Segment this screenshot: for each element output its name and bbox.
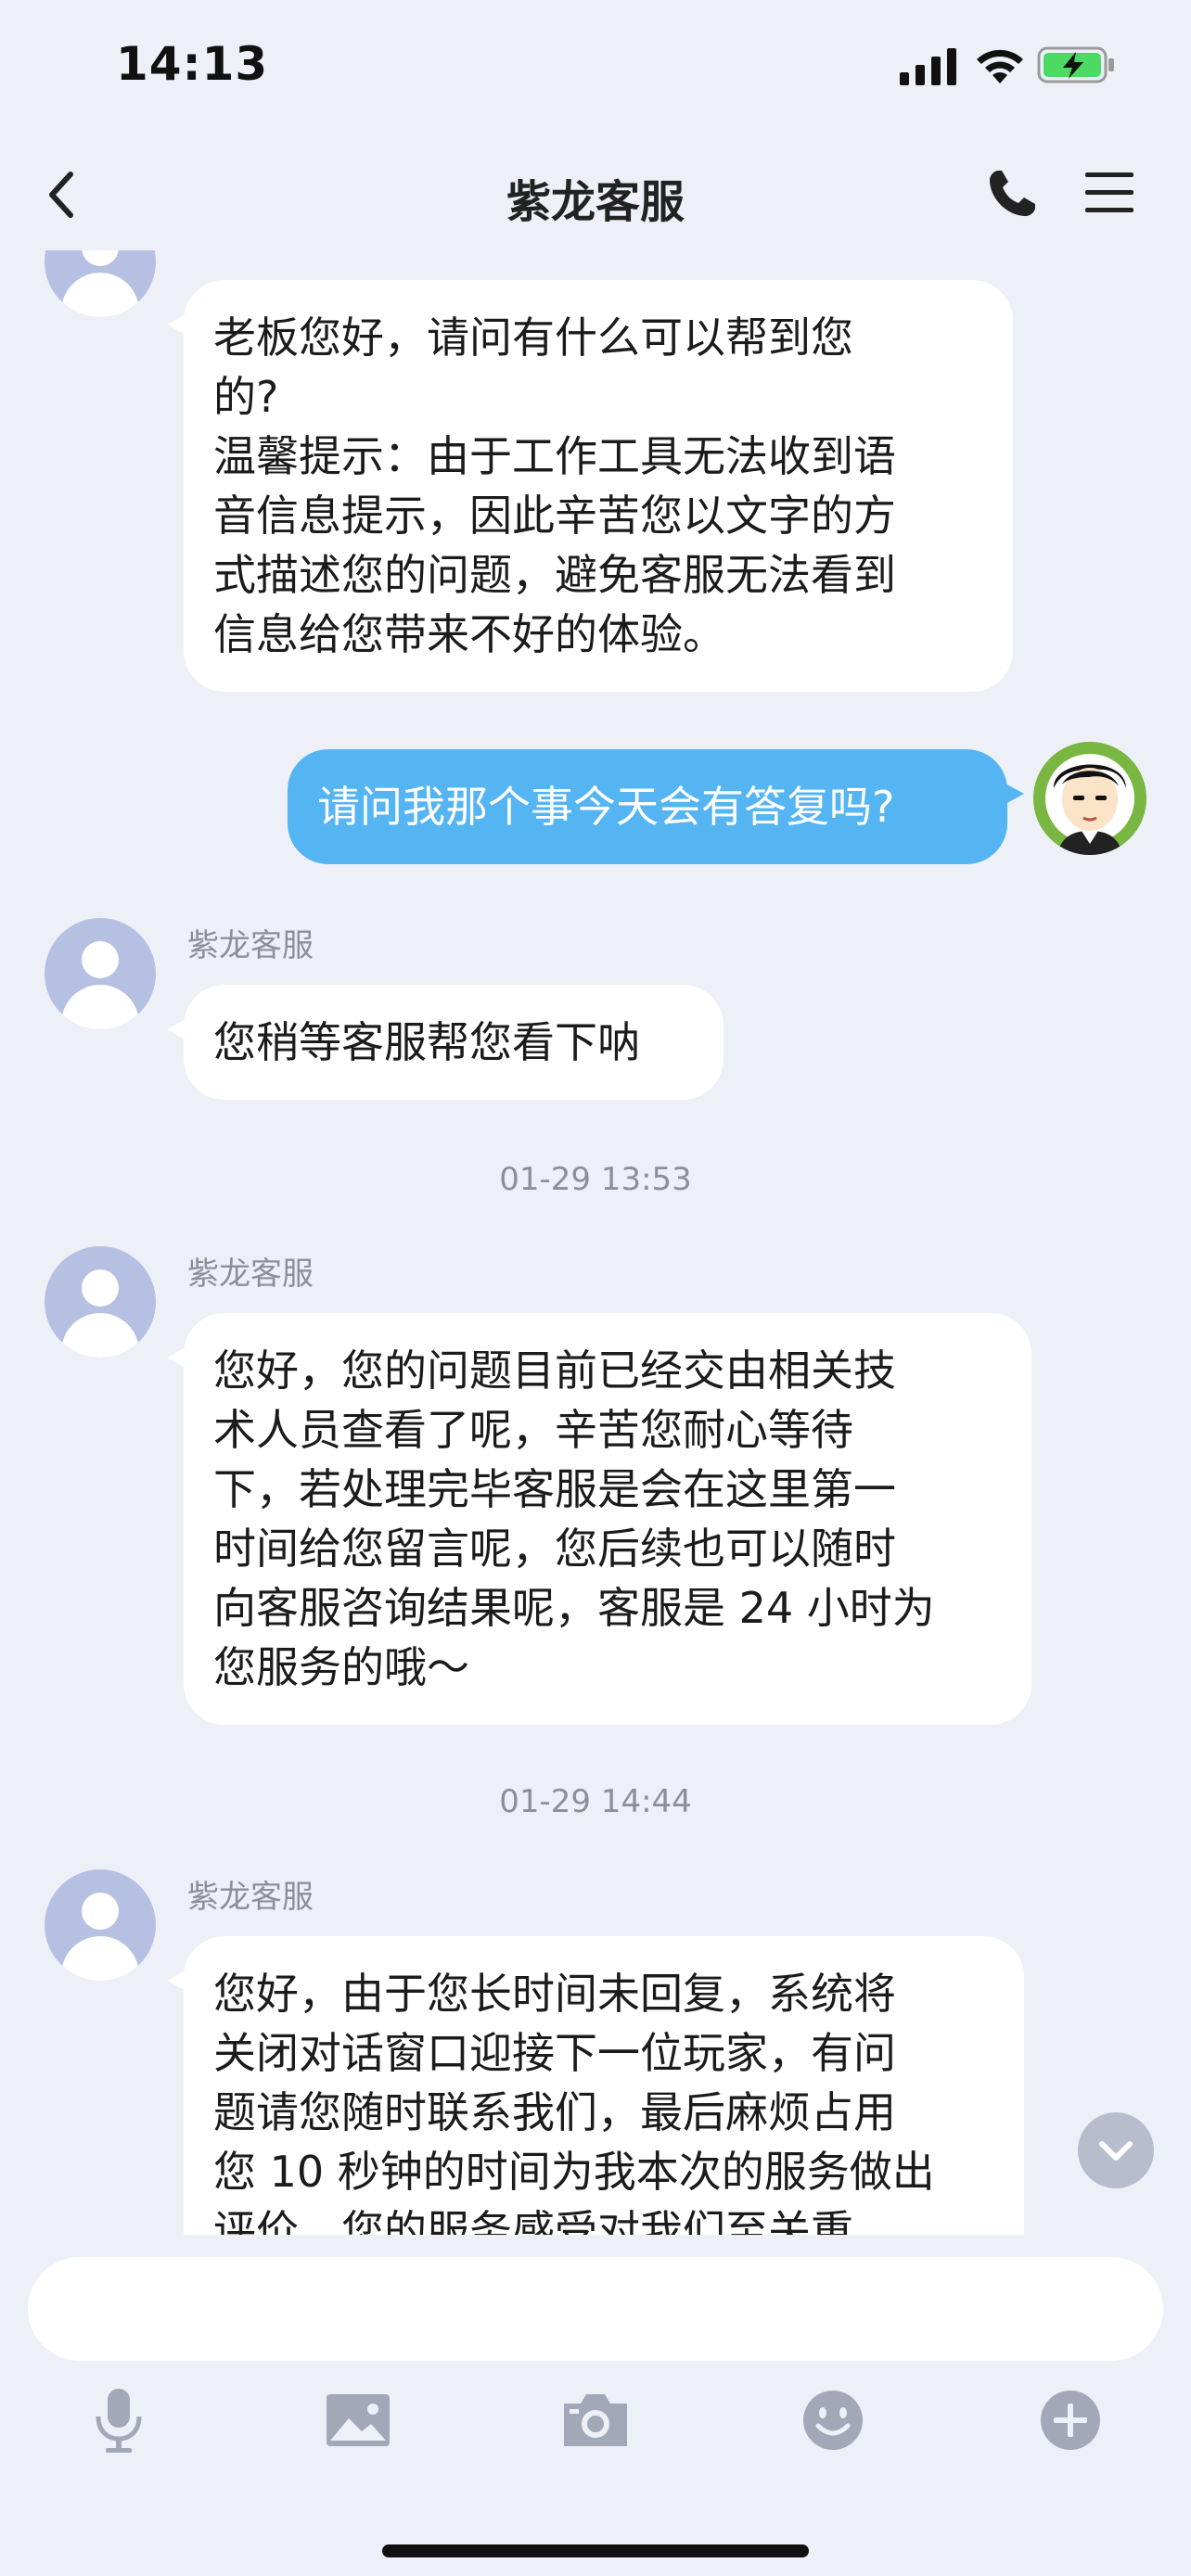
menu-icon[interactable] xyxy=(1083,169,1135,217)
camera-icon[interactable] xyxy=(558,2383,633,2457)
message-line: 时间给您留言呢，您后续也可以随时 xyxy=(213,1524,896,1574)
chevron-down-icon xyxy=(1099,2141,1133,2161)
message-line: 您服务的哦～ xyxy=(213,1642,469,1692)
cellular-signal-icon xyxy=(900,48,956,85)
agent-avatar[interactable] xyxy=(45,1246,156,1358)
message-input[interactable] xyxy=(28,2257,1163,2361)
message-timestamp: 01-29 14:44 xyxy=(499,1783,692,1820)
sender-name: 紫龙客服 xyxy=(187,927,314,964)
chat-message-list[interactable]: 老板您好，请问有什么可以帮到您 的? 温馨提示：由于工作工具无法收到语 音信息提… xyxy=(0,250,1191,2235)
phone-icon[interactable] xyxy=(985,167,1039,221)
wifi-icon xyxy=(977,49,1023,83)
image-icon[interactable] xyxy=(321,2383,395,2457)
sender-name: 紫龙客服 xyxy=(187,1879,314,1916)
message-line: 老板您好，请问有什么可以帮到您 xyxy=(213,312,853,363)
emoji-icon[interactable] xyxy=(796,2383,870,2457)
message-line: 的? xyxy=(213,372,279,422)
agent-avatar[interactable] xyxy=(45,250,156,317)
user-message-bubble: 请问我那个事今天会有答复吗? xyxy=(288,749,1024,864)
message-line: 温馨提示：由于工作工具无法收到语 xyxy=(213,431,896,481)
message-line: 音信息提示，因此辛苦您以文字的方 xyxy=(213,491,896,541)
status-time: 14:13 xyxy=(116,37,269,91)
home-indicator[interactable] xyxy=(382,2544,809,2557)
message-line: 下，若处理完毕客服是会在这里第一 xyxy=(213,1464,896,1514)
user-avatar[interactable] xyxy=(1033,742,1146,855)
message-line: 评价，您的服务感受对我们至关重 xyxy=(213,2206,853,2235)
agent-message-bubble: 您好，您的问题目前已经交由相关技 术人员查看了呢，辛苦您耐心等待 下，若处理完毕… xyxy=(167,1313,1031,1725)
agent-message-bubble: 老板您好，请问有什么可以帮到您 的? 温馨提示：由于工作工具无法收到语 音信息提… xyxy=(167,280,1013,692)
microphone-icon[interactable] xyxy=(82,2383,156,2457)
message-line: 您好，由于您长时间未回复，系统将 xyxy=(213,1969,896,2019)
message-line: 式描述您的问题，避免客服无法看到 xyxy=(213,550,896,600)
agent-avatar[interactable] xyxy=(45,918,156,1029)
message-line: 请问我那个事今天会有答复吗? xyxy=(317,782,895,832)
scroll-to-bottom-button[interactable] xyxy=(1078,2112,1154,2188)
battery-charging-icon xyxy=(1037,46,1114,83)
message-line: 您稍等客服帮您看下呐 xyxy=(213,1017,640,1067)
message-line: 术人员查看了呢，辛苦您耐心等待 xyxy=(213,1405,853,1455)
cartoon-face-icon xyxy=(1033,742,1146,855)
message-timestamp: 01-29 13:53 xyxy=(499,1161,692,1198)
message-line: 您好，您的问题目前已经交由相关技 xyxy=(213,1345,896,1396)
agent-avatar[interactable] xyxy=(45,1869,156,1981)
message-line: 关闭对话窗口迎接下一位玩家，有问 xyxy=(213,2028,896,2078)
plus-icon[interactable] xyxy=(1033,2383,1108,2457)
message-line: 信息给您带来不好的体验。 xyxy=(213,609,725,659)
status-bar: 14:13 xyxy=(0,0,1191,139)
sender-name: 紫龙客服 xyxy=(187,1256,314,1293)
message-line: 题请您随时联系我们，最后麻烦占用 xyxy=(213,2087,896,2137)
nav-bar: 紫龙客服 xyxy=(0,139,1191,250)
message-line: 您 10 秒钟的时间为我本次的服务做出 xyxy=(213,2147,935,2197)
agent-message-bubble: 您好，由于您长时间未回复，系统将 关闭对话窗口迎接下一位玩家，有问 题请您随时联… xyxy=(167,1936,1024,2235)
composer-area xyxy=(0,2235,1191,2576)
agent-message-bubble: 您稍等客服帮您看下呐 xyxy=(167,985,724,1100)
message-line: 向客服咨询结果呢，客服是 24 小时为 xyxy=(213,1583,935,1633)
